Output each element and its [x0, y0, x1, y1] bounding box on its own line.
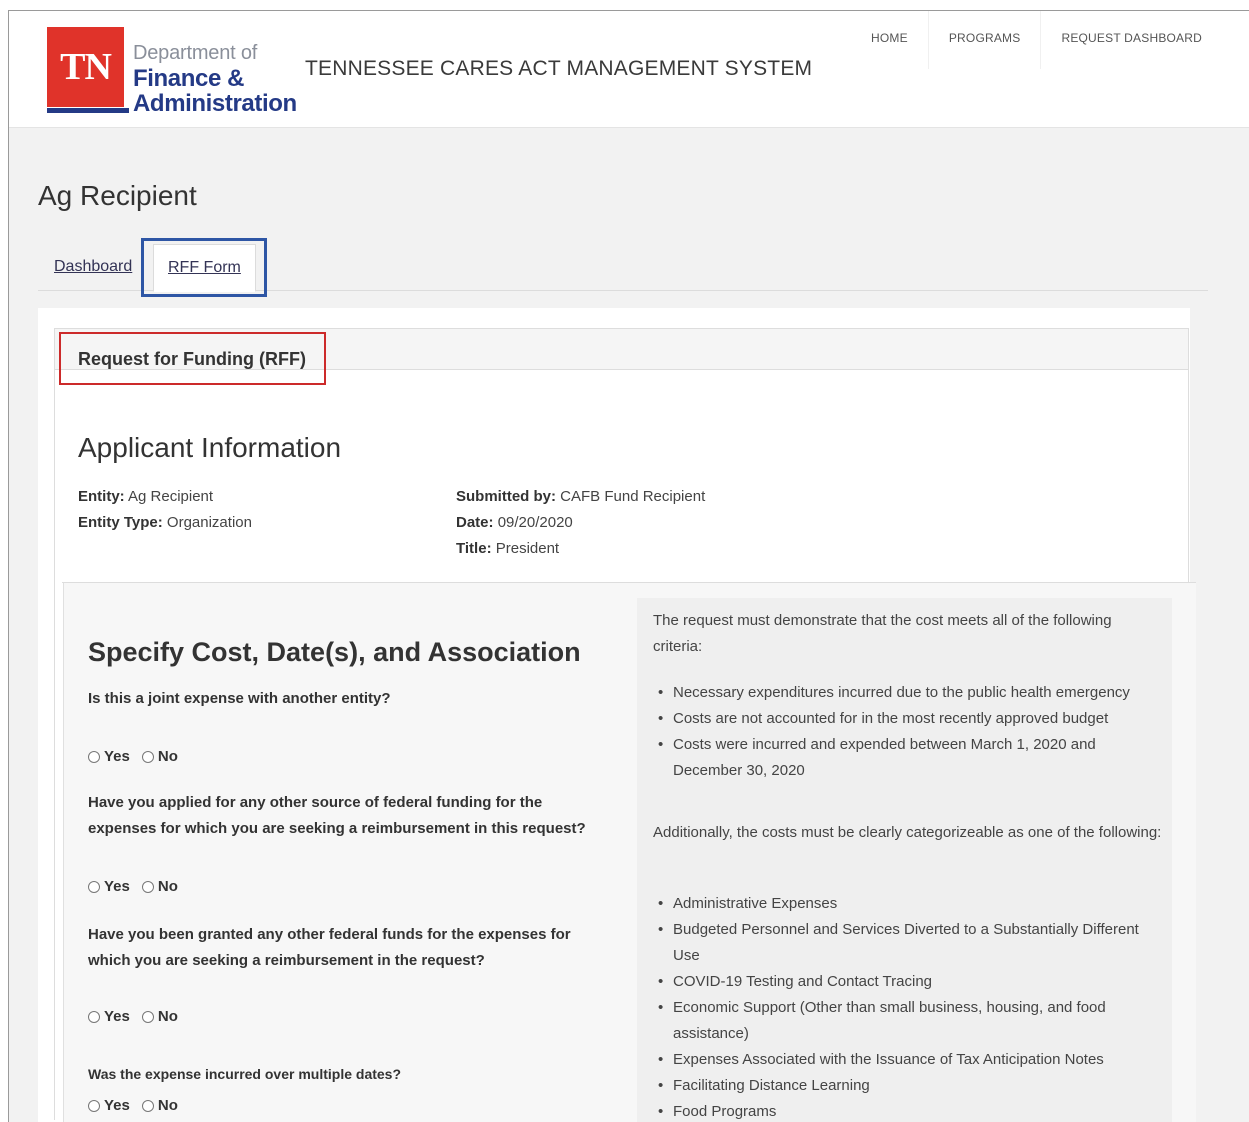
date-line: Date: 09/20/2020: [456, 514, 573, 531]
date-value: 09/20/2020: [497, 514, 573, 531]
logo-underline: [47, 108, 129, 113]
site-header: TN Department of Finance & Administratio…: [9, 11, 1249, 128]
logo-dept: Department of: [133, 42, 258, 64]
category-item: Economic Support (Other than small busin…: [653, 995, 1153, 1047]
date-label: Date:: [456, 514, 494, 531]
radio-yes-label: Yes: [104, 1008, 130, 1025]
radio-circle-icon[interactable]: [88, 750, 100, 763]
criteria-item: Costs were incurred and expended between…: [653, 732, 1153, 784]
radio-circle-icon[interactable]: [141, 750, 154, 763]
highlight-box-blue: [141, 238, 267, 297]
entity-label: Entity:: [78, 488, 125, 505]
question-granted-funds: Have you been granted any other federal …: [88, 926, 571, 969]
radio-circle-icon[interactable]: [141, 1010, 154, 1023]
radio-yes[interactable]: Yes: [88, 1097, 130, 1114]
criteria-intro: The request must demonstrate that the co…: [653, 612, 1112, 655]
criteria-additional: Additionally, the costs must be clearly …: [653, 824, 1162, 841]
criteria-item: Costs are not accounted for in the most …: [653, 706, 1153, 732]
category-item: Administrative Expenses: [653, 891, 1153, 917]
logo-line1: Finance &: [133, 65, 245, 92]
submitted-by-label: Submitted by:: [456, 488, 556, 505]
radio-circle-icon[interactable]: [141, 1099, 154, 1112]
highlight-box-red: [59, 332, 326, 385]
radio-yes[interactable]: Yes: [88, 1008, 130, 1025]
title-value: President: [495, 540, 560, 557]
radio-no-label: No: [157, 748, 178, 765]
question-multiple-dates: Was the expense incurred over multiple d…: [88, 1066, 402, 1082]
agency-logo-text: Department of Finance & Administration: [133, 41, 297, 116]
category-item: Expenses Associated with the Issuance of…: [653, 1047, 1153, 1073]
nav-programs[interactable]: PROGRAMS: [929, 11, 1042, 69]
radio-yes[interactable]: Yes: [88, 878, 130, 895]
radio-yes-label: Yes: [104, 748, 130, 765]
entity-line: Entity: Ag Recipient: [78, 488, 213, 505]
tn-logo-mark[interactable]: TN: [47, 27, 124, 107]
radio-circle-icon[interactable]: [141, 880, 154, 893]
radio-no-label: No: [157, 878, 178, 895]
nav-home[interactable]: HOME: [851, 11, 929, 69]
category-list: Administrative Expenses Budgeted Personn…: [653, 891, 1153, 1122]
entity-type-line: Entity Type: Organization: [78, 514, 252, 531]
category-item: COVID-19 Testing and Contact Tracing: [653, 969, 1153, 995]
radio-group-granted-funds: Yes No: [88, 1008, 190, 1025]
radio-circle-icon[interactable]: [88, 1010, 100, 1023]
applicant-heading: Applicant Information: [78, 432, 342, 463]
title-label: Title:: [456, 540, 492, 557]
radio-no[interactable]: No: [141, 878, 178, 895]
nav-request-dashboard[interactable]: REQUEST DASHBOARD: [1041, 11, 1249, 69]
entity-type-value: Organization: [166, 514, 252, 531]
criteria-list: Necessary expenditures incurred due to t…: [653, 680, 1153, 784]
radio-no[interactable]: No: [141, 1097, 178, 1114]
criteria-item: Necessary expenditures incurred due to t…: [653, 680, 1153, 706]
logo-line2: Administration: [133, 90, 297, 117]
entity-type-label: Entity Type:: [78, 514, 163, 531]
category-item: Facilitating Distance Learning: [653, 1073, 1153, 1099]
category-item: Budgeted Personnel and Services Diverted…: [653, 917, 1153, 969]
question-joint-expense: Is this a joint expense with another ent…: [88, 690, 391, 707]
top-nav: HOME PROGRAMS REQUEST DASHBOARD: [851, 11, 1249, 71]
submitted-by-line: Submitted by: CAFB Fund Recipient: [456, 488, 705, 505]
radio-no-label: No: [157, 1097, 178, 1114]
radio-no[interactable]: No: [141, 1008, 178, 1025]
radio-circle-icon[interactable]: [88, 880, 100, 893]
radio-yes[interactable]: Yes: [88, 748, 130, 765]
radio-group-multiple-dates: Yes No: [88, 1097, 190, 1114]
page-title: Ag Recipient: [38, 180, 197, 211]
category-item: Food Programs: [653, 1099, 1153, 1122]
tab-dashboard[interactable]: Dashboard: [54, 258, 132, 276]
radio-yes-label: Yes: [104, 878, 130, 895]
entity-value: Ag Recipient: [128, 488, 214, 505]
radio-group-joint-expense: Yes No: [88, 748, 190, 765]
radio-no[interactable]: No: [141, 748, 178, 765]
title-line: Title: President: [456, 540, 559, 557]
radio-circle-icon[interactable]: [88, 1099, 100, 1112]
radio-yes-label: Yes: [104, 1097, 130, 1114]
radio-group-other-funding: Yes No: [88, 878, 190, 895]
site-title: TENNESSEE CARES ACT MANAGEMENT SYSTEM: [305, 57, 813, 80]
question-other-funding: Have you applied for any other source of…: [88, 794, 586, 837]
spec-heading: Specify Cost, Date(s), and Association: [88, 637, 581, 667]
radio-no-label: No: [157, 1008, 178, 1025]
submitted-by-value: CAFB Fund Recipient: [560, 488, 706, 505]
